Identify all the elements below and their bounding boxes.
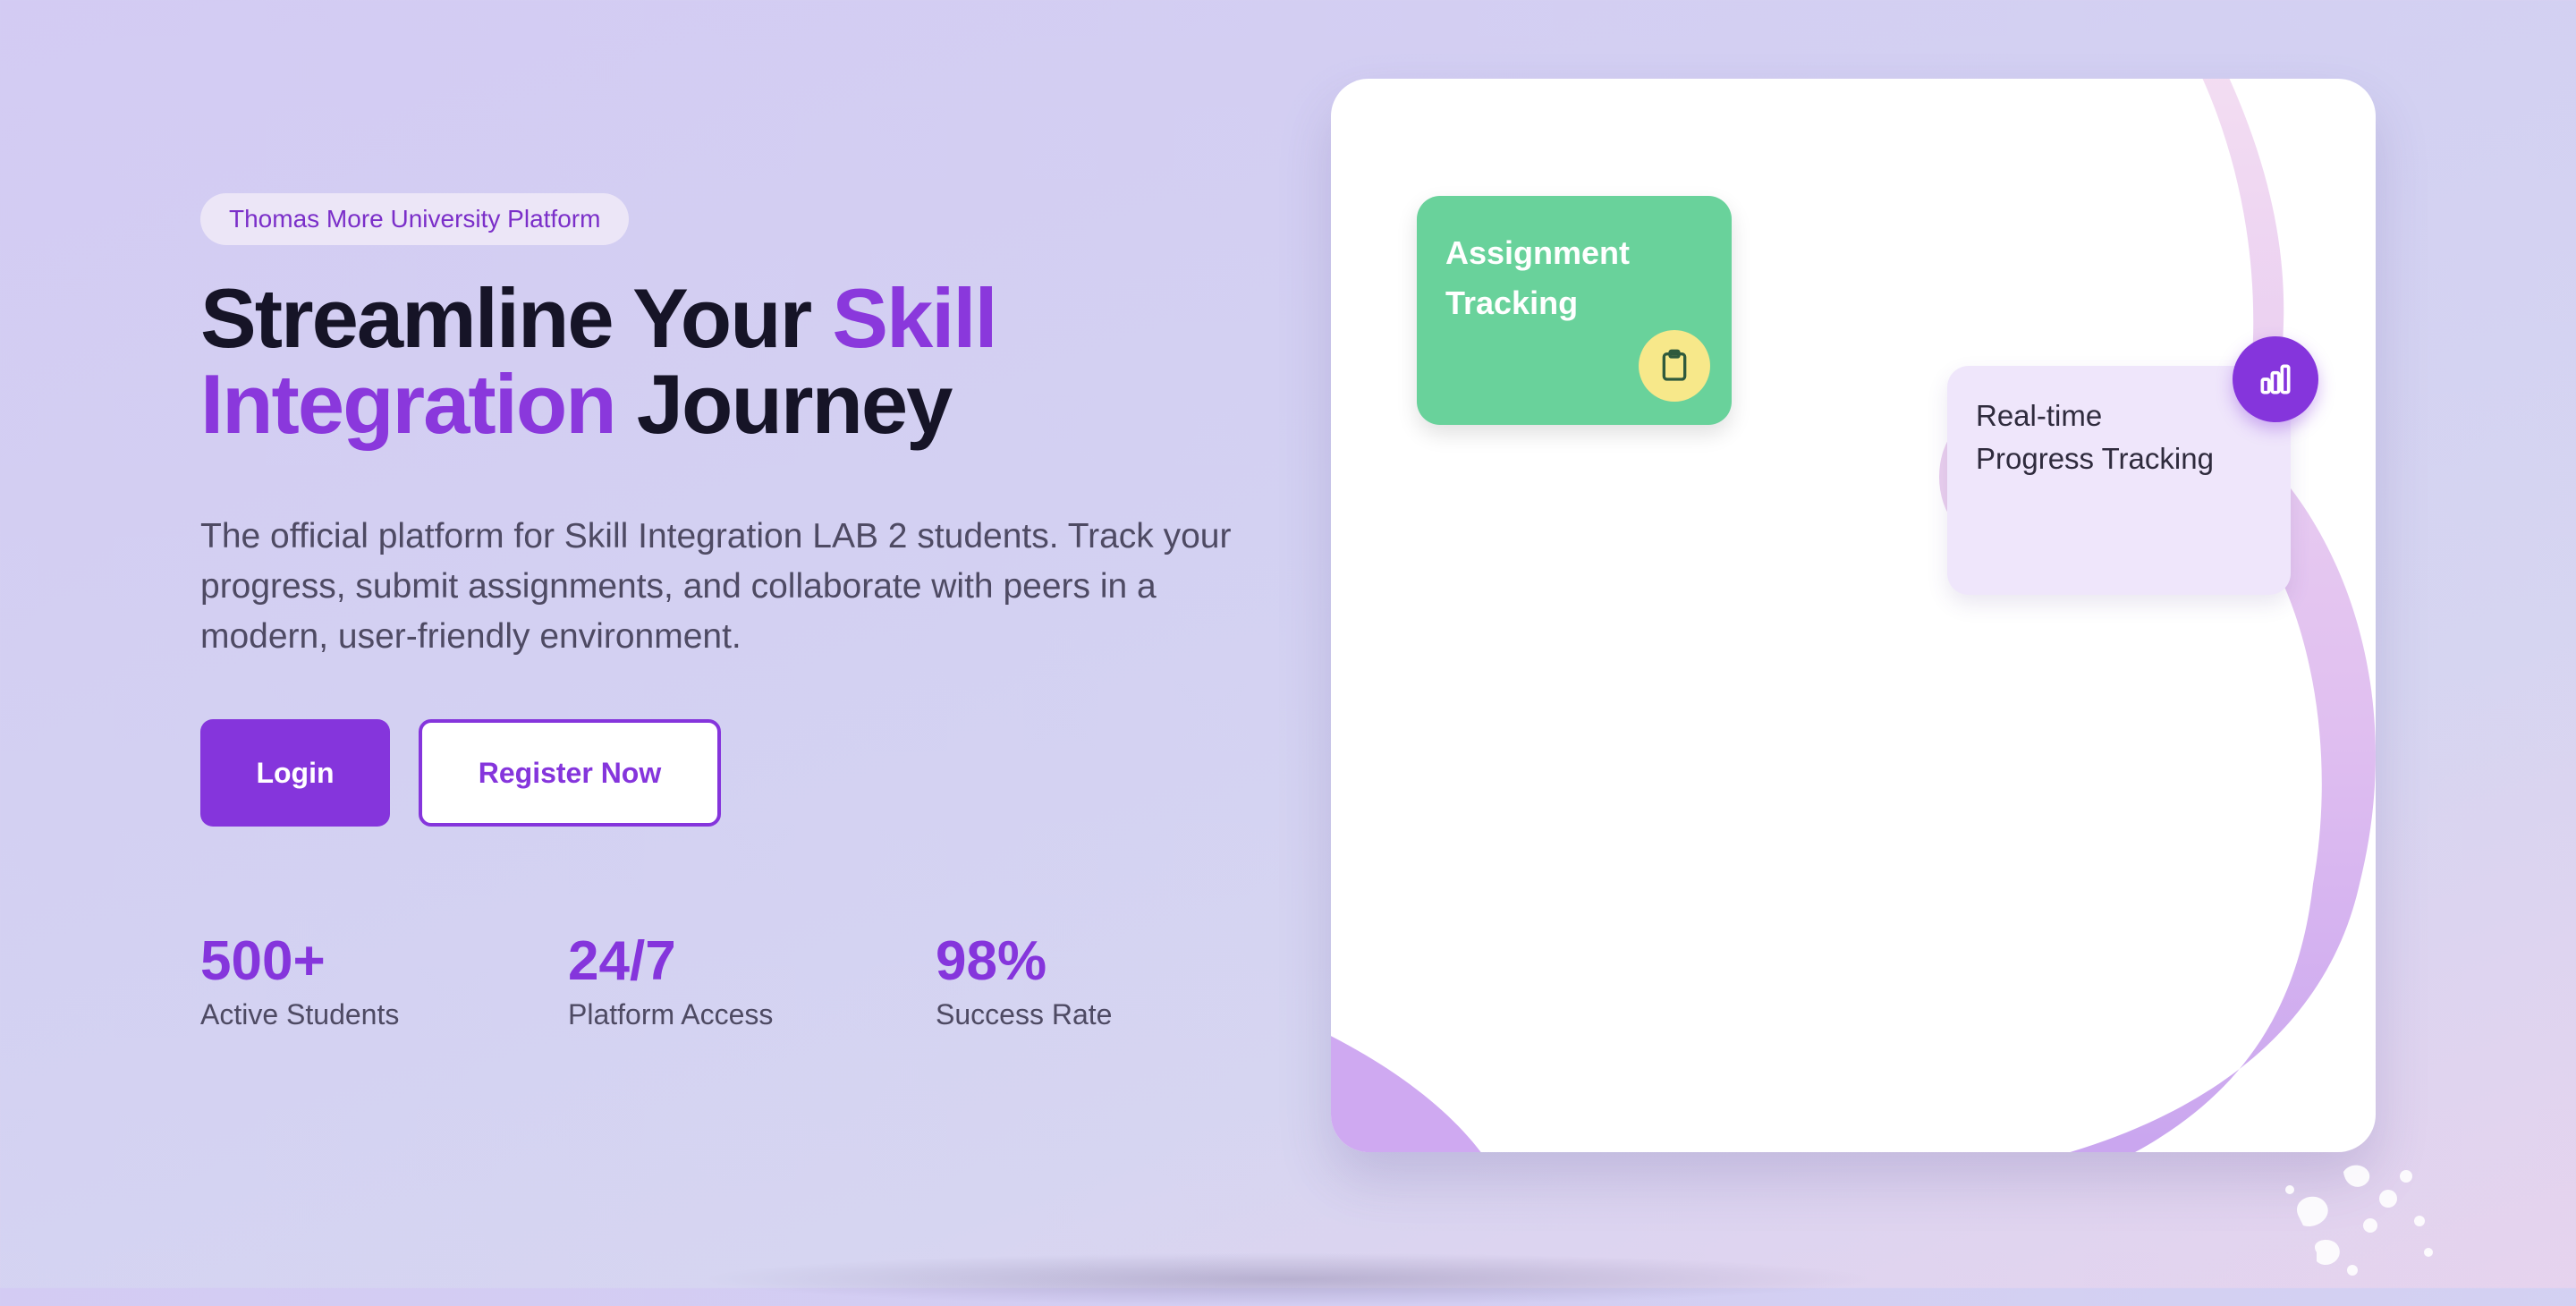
hero-title-part1: Streamline Your xyxy=(200,271,833,365)
bar-chart-icon xyxy=(2233,336,2318,422)
progress-tracking-title-line1: Real-time xyxy=(1976,399,2103,432)
stat-label: Active Students xyxy=(200,998,400,1030)
stat-label: Success Rate xyxy=(936,998,1113,1030)
feature-card: Assignment Tracking Real-time Progress T… xyxy=(1331,79,2376,1152)
university-badge: Thomas More University Platform xyxy=(200,193,630,245)
hero-title-part2: Journey xyxy=(614,357,953,451)
stat-value: 500+ xyxy=(200,930,326,992)
clipboard-icon xyxy=(1639,330,1710,402)
assignment-tracking-tile[interactable]: Assignment Tracking xyxy=(1417,196,1732,425)
stat-value: 24/7 xyxy=(568,930,676,992)
progress-tracking-title-line2: Progress Tracking xyxy=(1976,442,2214,475)
purple-corner-wave xyxy=(1331,1036,1481,1152)
stat-value: 98% xyxy=(936,930,1047,992)
purple-curve-band xyxy=(2070,79,2376,1152)
login-button[interactable]: Login xyxy=(200,719,390,827)
hero-buttons: Login Register Now xyxy=(200,719,1274,827)
stat-platform-access: 24/7 Platform Access xyxy=(568,930,936,1031)
stat-label: Platform Access xyxy=(568,998,774,1030)
stats-row: 500+ Active Students 24/7 Platform Acces… xyxy=(200,930,1303,1031)
hero-title: Streamline Your Skill Integration Journe… xyxy=(200,276,1274,447)
hero-description: The official platform for Skill Integrat… xyxy=(200,517,1232,656)
register-button[interactable]: Register Now xyxy=(419,719,721,827)
assignment-tracking-title: Assignment Tracking xyxy=(1445,234,1631,321)
card-floor-shadow xyxy=(698,1252,1878,1306)
white-splash-decoration xyxy=(2285,1165,2433,1276)
stat-success-rate: 98% Success Rate xyxy=(936,930,1303,1031)
stat-active-students: 500+ Active Students xyxy=(200,930,568,1031)
hero-section: Thomas More University Platform Streamli… xyxy=(200,193,1274,827)
